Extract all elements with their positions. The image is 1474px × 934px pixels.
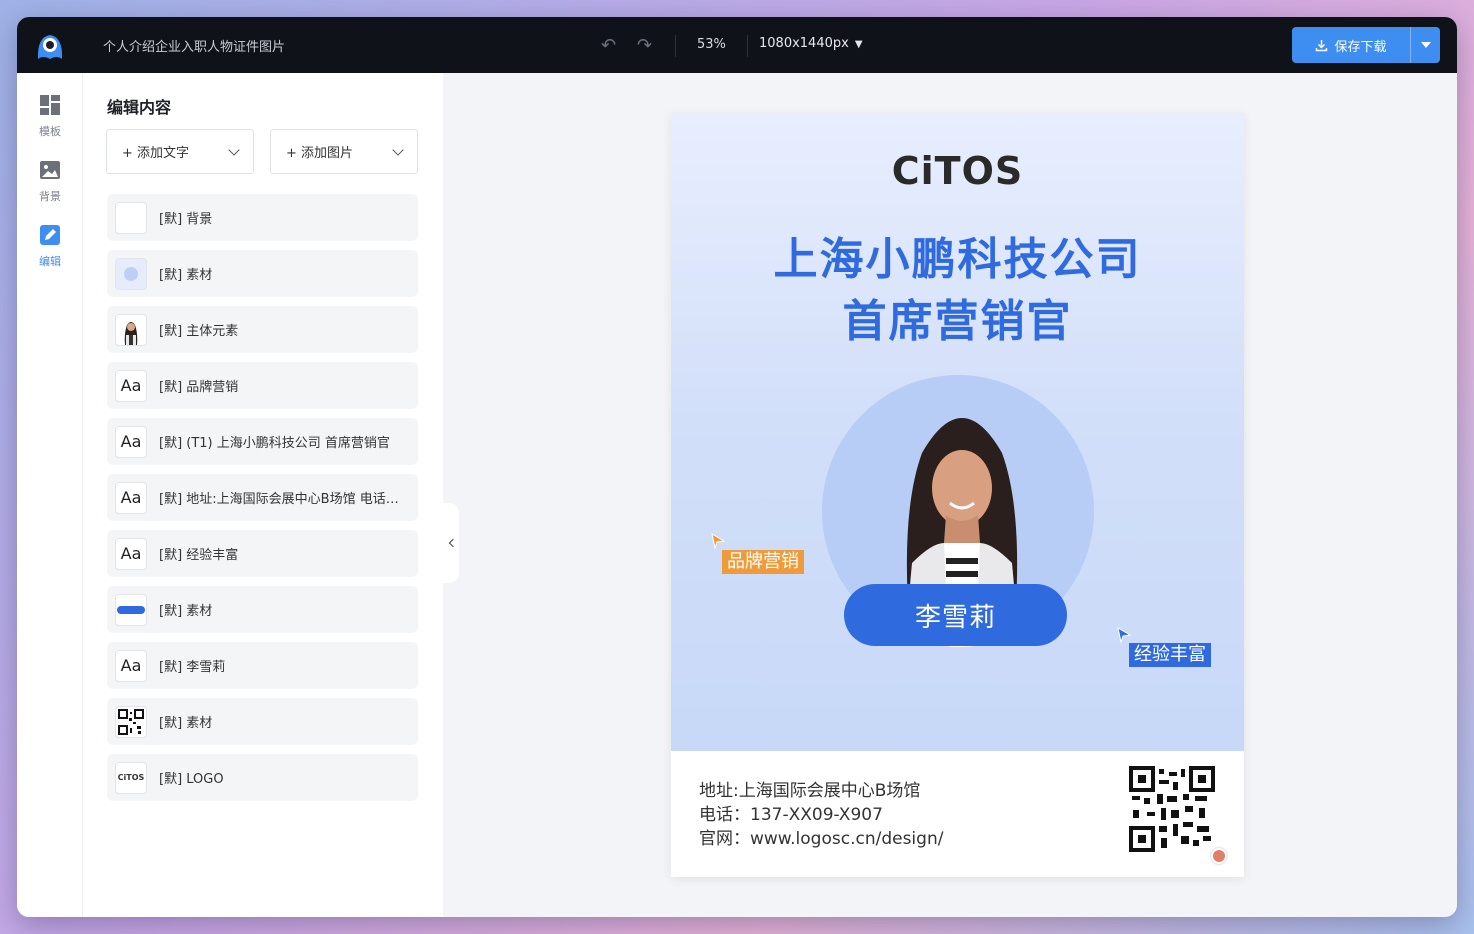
name-pill[interactable]: 李雪莉 — [844, 584, 1067, 646]
text-thumbnail: Aa — [115, 649, 147, 682]
rail-label: 模板 — [39, 125, 61, 138]
cursor-icon — [711, 533, 725, 549]
brand-logo[interactable]: CiTOS — [671, 149, 1244, 193]
layer-item[interactable]: [默] 主体元素 — [107, 306, 418, 353]
pencil-icon — [40, 225, 60, 245]
person-thumbnail — [115, 313, 147, 346]
layer-label: [默] LOGO — [159, 772, 224, 787]
text-thumbnail: Aa — [115, 537, 147, 570]
layer-label: [默] 背景 — [159, 212, 213, 227]
logo-thumbnail: CiTOS — [115, 761, 147, 794]
add-text-button[interactable]: + 添加文字 — [106, 129, 254, 174]
bar-shape-thumbnail — [115, 593, 147, 626]
template-grid-icon — [40, 95, 60, 115]
chevron-down-icon: ▼ — [854, 39, 863, 50]
divider — [675, 35, 676, 57]
add-image-button[interactable]: + 添加图片 — [270, 129, 418, 174]
layer-label: [默] 素材 — [159, 716, 213, 731]
undo-icon[interactable]: ↶ — [601, 35, 616, 56]
canvas-size-value: 1080x1440px — [759, 36, 849, 51]
card-footer: 地址:上海国际会展中心B场馆 电话：137-XX09-X907 官网：www.l… — [671, 751, 1244, 877]
layer-label: [默] 李雪莉 — [159, 660, 226, 675]
resize-handle[interactable] — [1211, 848, 1227, 864]
layer-item[interactable]: Aa [默] (T1) 上海小鹏科技公司 首席营销官 — [107, 418, 418, 465]
layer-label: [默] 主体元素 — [159, 324, 239, 339]
layer-label: [默] 素材 — [159, 604, 213, 619]
chevron-left-icon — [448, 538, 457, 548]
save-options-dropdown[interactable] — [1410, 27, 1440, 63]
text-thumbnail: Aa — [115, 369, 147, 402]
chevron-down-icon — [228, 143, 240, 156]
layer-label: [默] 地址:上海国际会展中心B场馆 电话：137-XX09-X907 官网：w… — [159, 492, 409, 507]
chevron-down-icon — [392, 143, 404, 156]
rail-label: 编辑 — [39, 255, 61, 268]
app-window: 个人介绍企业入职人物证件图片 ↶ ↷ 53% 1080x1440px ▼ 保存下载… — [17, 17, 1457, 917]
layer-label: [默] 经验丰富 — [159, 548, 239, 563]
add-text-label: + 添加文字 — [122, 146, 190, 161]
phone-text[interactable]: 电话：137-XX09-X907 — [699, 800, 883, 825]
layer-label: [默] 素材 — [159, 268, 213, 283]
cursor-icon — [1117, 627, 1131, 643]
headline-position[interactable]: 首席营销官 — [671, 285, 1244, 349]
edit-panel: 编辑内容 + 添加文字 + 添加图片 [默] 背景 [默] 素材 [默] 主体元… — [83, 73, 443, 917]
layer-item[interactable]: [默] 素材 — [107, 250, 418, 297]
tag-experienced[interactable]: 经验丰富 — [1129, 643, 1211, 667]
text-thumbnail: Aa — [115, 481, 147, 514]
left-rail: 模板 背景 编辑 — [17, 73, 83, 917]
rail-item-background[interactable]: 背景 — [17, 159, 83, 204]
layer-item[interactable]: Aa [默] 地址:上海国际会展中心B场馆 电话：137-XX09-X907 官… — [107, 474, 418, 521]
panel-title: 编辑内容 — [107, 98, 172, 117]
app-logo-icon[interactable] — [33, 29, 67, 63]
blank-thumbnail — [115, 201, 147, 234]
rail-label: 背景 — [39, 190, 61, 203]
design-canvas[interactable]: CiTOS 上海小鹏科技公司 首席营销官 品牌营销 李雪莉 经验丰富 地址:上海… — [671, 113, 1244, 877]
website-text[interactable]: 官网：www.logosc.cn/design/ — [699, 824, 943, 849]
rail-item-edit[interactable]: 编辑 — [17, 224, 83, 269]
add-image-label: + 添加图片 — [286, 146, 354, 161]
zoom-level[interactable]: 53% — [697, 37, 726, 52]
layer-item[interactable]: [默] 背景 — [107, 194, 418, 241]
layer-item[interactable]: Aa [默] 品牌营销 — [107, 362, 418, 409]
layer-label: [默] 品牌营销 — [159, 380, 239, 395]
save-download-main[interactable]: 保存下载 — [1292, 27, 1410, 63]
download-icon — [1316, 39, 1328, 51]
redo-icon[interactable]: ↷ — [637, 35, 652, 56]
text-thumbnail: Aa — [115, 425, 147, 458]
qr-thumbnail — [115, 705, 147, 738]
layer-label: [默] (T1) 上海小鹏科技公司 首席营销官 — [159, 436, 390, 451]
canvas-size-dropdown[interactable]: 1080x1440px ▼ — [759, 36, 863, 51]
caret-down-icon — [1420, 42, 1431, 48]
qr-code[interactable] — [1129, 766, 1215, 852]
rail-item-template[interactable]: 模板 — [17, 94, 83, 139]
layer-item[interactable]: Aa [默] 经验丰富 — [107, 530, 418, 577]
layer-item[interactable]: CiTOS [默] LOGO — [107, 754, 418, 801]
document-title[interactable]: 个人介绍企业入职人物证件图片 — [103, 36, 285, 55]
layer-item[interactable]: [默] 素材 — [107, 586, 418, 633]
headline-company[interactable]: 上海小鹏科技公司 — [671, 223, 1244, 287]
collapse-panel-handle[interactable] — [443, 503, 459, 583]
image-icon — [40, 161, 60, 179]
circle-shape-thumbnail — [115, 257, 147, 290]
save-download-button[interactable]: 保存下载 — [1292, 27, 1440, 63]
layer-item[interactable]: [默] 素材 — [107, 698, 418, 745]
layer-item[interactable]: Aa [默] 李雪莉 — [107, 642, 418, 689]
save-download-label: 保存下载 — [1334, 39, 1387, 55]
divider — [747, 35, 748, 57]
top-bar: 个人介绍企业入职人物证件图片 ↶ ↷ 53% 1080x1440px ▼ 保存下载 — [17, 17, 1457, 73]
tag-brand-marketing[interactable]: 品牌营销 — [722, 550, 804, 574]
address-text[interactable]: 地址:上海国际会展中心B场馆 — [699, 776, 920, 801]
